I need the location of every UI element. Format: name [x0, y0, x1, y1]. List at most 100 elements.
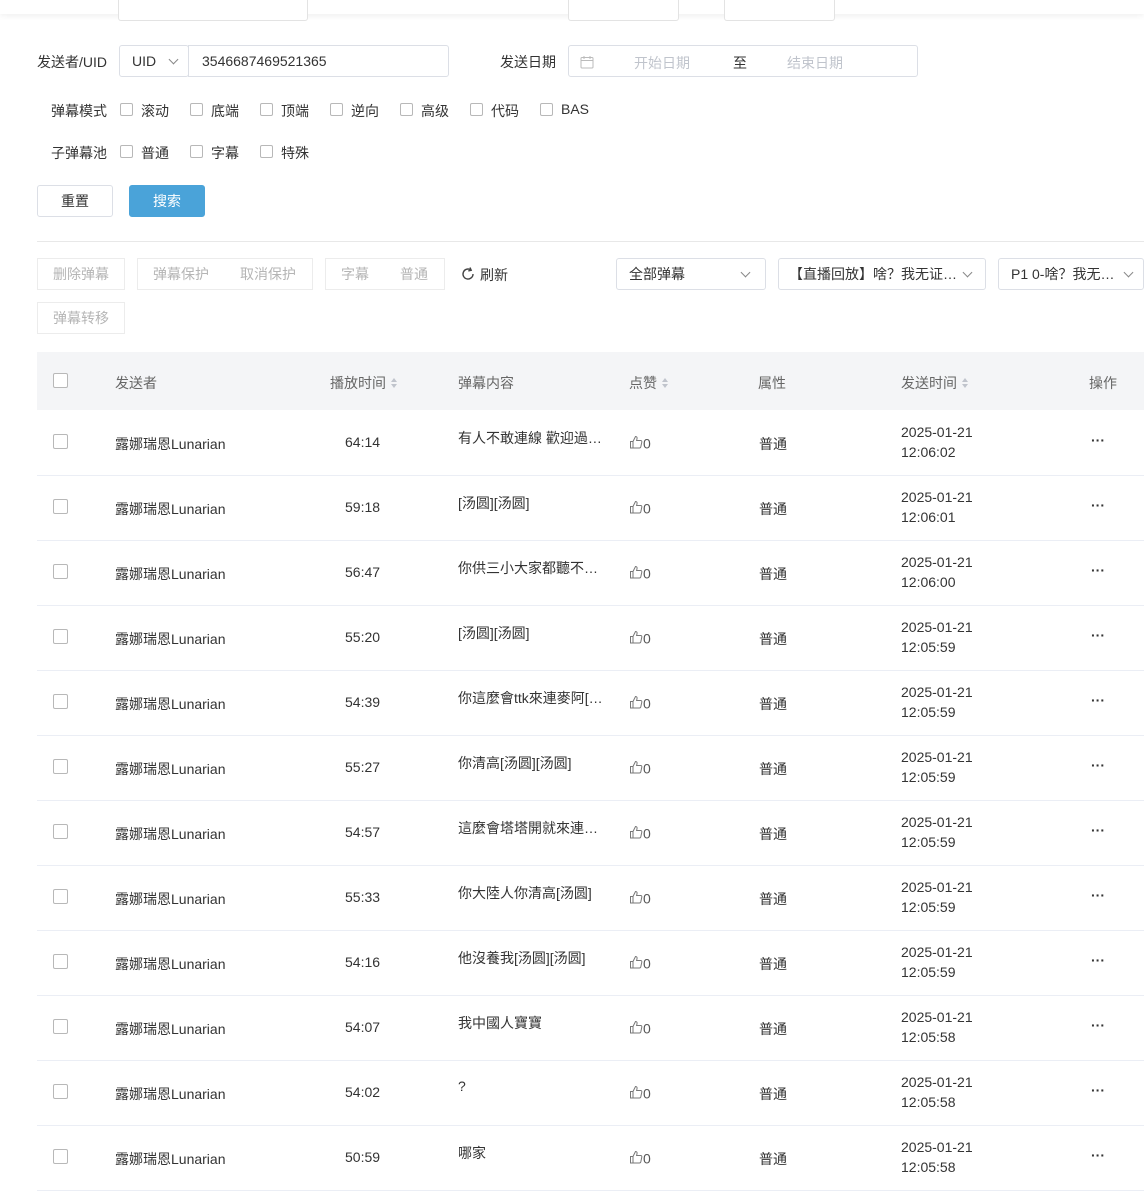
row-likes[interactable]: 0: [629, 694, 651, 712]
row-likes[interactable]: 0: [629, 629, 651, 647]
more-icon[interactable]: ···: [1091, 432, 1105, 448]
start-date-input[interactable]: 开始日期: [634, 53, 690, 73]
date-range-picker[interactable]: 开始日期 至 结束日期: [568, 45, 918, 77]
chevron-down-icon: [168, 54, 179, 65]
row-send-date: 2025-01-21: [901, 749, 973, 765]
row-likes[interactable]: 0: [629, 1084, 651, 1102]
mode-checkbox-advanced[interactable]: [400, 103, 413, 116]
more-icon[interactable]: ···: [1091, 627, 1105, 643]
row-likes[interactable]: 0: [629, 564, 651, 582]
reset-button[interactable]: 重置: [37, 185, 113, 217]
header-playtime[interactable]: 播放时间: [330, 373, 398, 393]
more-icon[interactable]: ···: [1091, 822, 1105, 838]
row-attr: 普通: [759, 826, 787, 842]
more-icon[interactable]: ···: [1091, 497, 1105, 513]
row-sender[interactable]: 露娜瑞恩Lunarian: [115, 564, 226, 584]
row-sender[interactable]: 露娜瑞恩Lunarian: [115, 434, 226, 454]
transfer-danmaku-button[interactable]: 弹幕转移: [37, 302, 125, 334]
table-header: [37, 352, 1144, 410]
select-all-checkbox[interactable]: [53, 373, 68, 388]
unprotect-danmaku-button[interactable]: 取消保护: [224, 258, 313, 290]
normal-button[interactable]: 普通: [384, 258, 445, 290]
more-icon[interactable]: ···: [1091, 562, 1105, 578]
row-send-time: 12:05:59: [901, 769, 956, 785]
video-select[interactable]: 【直播回放】啥？我无证…: [778, 258, 986, 290]
mode-checkbox-top[interactable]: [260, 103, 273, 116]
chevron-down-icon: [740, 267, 751, 278]
row-likes[interactable]: 0: [629, 954, 651, 972]
mode-checkbox-reverse[interactable]: [330, 103, 343, 116]
header-likes[interactable]: 点赞: [629, 373, 669, 393]
row-sender[interactable]: 露娜瑞恩Lunarian: [115, 1084, 226, 1104]
row-sender[interactable]: 露娜瑞恩Lunarian: [115, 889, 226, 909]
row-sender[interactable]: 露娜瑞恩Lunarian: [115, 629, 226, 649]
row-likes[interactable]: 0: [629, 1019, 651, 1037]
row-likes[interactable]: 0: [629, 499, 651, 517]
row-likes[interactable]: 0: [629, 434, 651, 452]
row-sender[interactable]: 露娜瑞恩Lunarian: [115, 694, 226, 714]
row-checkbox[interactable]: [53, 694, 68, 709]
row-send-time: 12:06:00: [901, 574, 956, 590]
more-icon[interactable]: ···: [1091, 1017, 1105, 1033]
mode-label-bottom: 底端: [211, 103, 239, 119]
header-likes-label: 点赞: [629, 375, 657, 391]
sort-icon[interactable]: [661, 378, 669, 390]
date-separator: 至: [733, 55, 747, 71]
sort-icon[interactable]: [390, 378, 398, 390]
row-checkbox[interactable]: [53, 889, 68, 904]
mode-checkbox-code[interactable]: [470, 103, 483, 116]
row-attr: 普通: [759, 956, 787, 972]
row-checkbox[interactable]: [53, 1149, 68, 1164]
header-sendtime[interactable]: 发送时间: [901, 373, 969, 393]
row-checkbox[interactable]: [53, 434, 68, 449]
header-content: 弹幕内容: [458, 375, 514, 391]
subtitle-button[interactable]: 字幕: [325, 258, 385, 290]
pool-checkbox-special[interactable]: [260, 145, 273, 158]
mode-checkbox-scroll[interactable]: [120, 103, 133, 116]
search-button[interactable]: 搜索: [129, 185, 205, 217]
row-content: 他沒養我[汤圆][汤圆]: [458, 950, 586, 966]
row-checkbox[interactable]: [53, 954, 68, 969]
protect-danmaku-button[interactable]: 弹幕保护: [137, 258, 225, 290]
sender-type-select[interactable]: UID: [119, 45, 189, 77]
row-send-date: 2025-01-21: [901, 1139, 973, 1155]
end-date-input[interactable]: 结束日期: [787, 53, 843, 73]
mode-checkbox-bas[interactable]: [540, 103, 553, 116]
thumbs-up-icon: [629, 500, 643, 517]
part-select[interactable]: P1 0-啥？我无…: [998, 258, 1144, 290]
row-sender[interactable]: 露娜瑞恩Lunarian: [115, 1019, 226, 1039]
more-icon[interactable]: ···: [1091, 692, 1105, 708]
row-sender[interactable]: 露娜瑞恩Lunarian: [115, 824, 226, 844]
row-likes[interactable]: 0: [629, 759, 651, 777]
uid-input[interactable]: 3546687469521365: [188, 45, 449, 77]
row-checkbox[interactable]: [53, 499, 68, 514]
row-likes[interactable]: 0: [629, 889, 651, 907]
more-icon[interactable]: ···: [1091, 887, 1105, 903]
row-likes-count: 0: [643, 500, 651, 517]
row-likes[interactable]: 0: [629, 824, 651, 842]
row-sender[interactable]: 露娜瑞恩Lunarian: [115, 1149, 226, 1169]
row-checkbox[interactable]: [53, 824, 68, 839]
more-icon[interactable]: ···: [1091, 952, 1105, 968]
more-icon[interactable]: ···: [1091, 757, 1105, 773]
row-checkbox[interactable]: [53, 629, 68, 644]
more-icon[interactable]: ···: [1091, 1147, 1105, 1163]
row-sender[interactable]: 露娜瑞恩Lunarian: [115, 759, 226, 779]
row-sender[interactable]: 露娜瑞恩Lunarian: [115, 499, 226, 519]
delete-danmaku-button[interactable]: 删除弹幕: [37, 258, 125, 290]
pool-checkbox-subtitle[interactable]: [190, 145, 203, 158]
row-checkbox[interactable]: [53, 1084, 68, 1099]
row-checkbox[interactable]: [53, 564, 68, 579]
danmaku-filter-select[interactable]: 全部弹幕: [616, 258, 766, 290]
pool-checkbox-normal[interactable]: [120, 145, 133, 158]
row-likes-count: 0: [643, 630, 651, 647]
sort-icon[interactable]: [961, 378, 969, 390]
row-sender[interactable]: 露娜瑞恩Lunarian: [115, 954, 226, 974]
mode-checkbox-bottom[interactable]: [190, 103, 203, 116]
more-icon[interactable]: ···: [1091, 1082, 1105, 1098]
row-playtime: 54:39: [345, 694, 381, 710]
row-checkbox[interactable]: [53, 1019, 68, 1034]
row-likes[interactable]: 0: [629, 1149, 651, 1167]
row-attr: 普通: [759, 631, 787, 647]
row-checkbox[interactable]: [53, 759, 68, 774]
